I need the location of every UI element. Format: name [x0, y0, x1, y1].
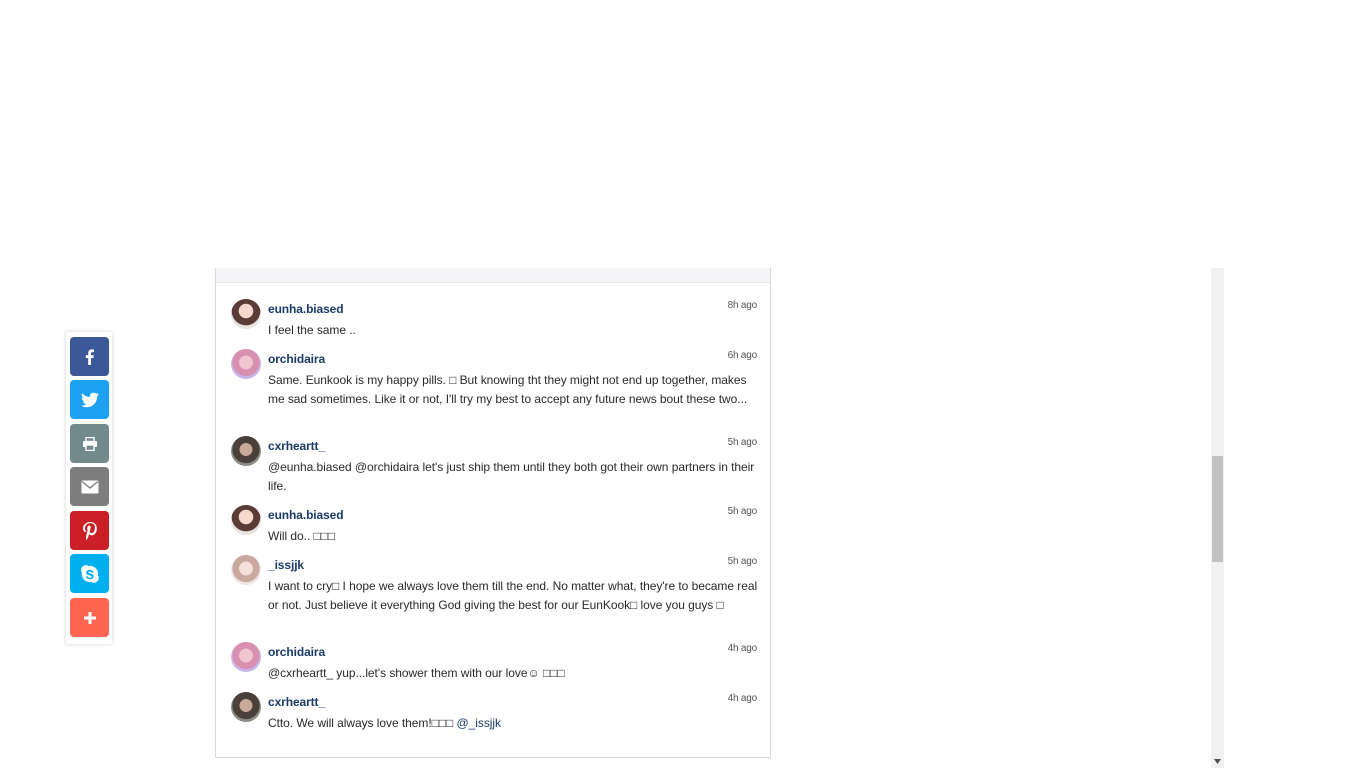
comment-item: eunha.biased 8h ago I feel the same .. — [231, 299, 757, 339]
user-avatar[interactable] — [231, 642, 261, 672]
skype-icon — [80, 564, 99, 583]
user-avatar[interactable] — [231, 299, 261, 329]
comment-text: I want to cry□ I hope we always love the… — [268, 579, 758, 612]
pinterest-icon — [82, 521, 97, 540]
comment-timestamp: 5h ago — [727, 437, 758, 448]
comments-panel-header — [216, 268, 770, 283]
email-share-button[interactable] — [70, 467, 109, 506]
twitter-share-button[interactable] — [70, 380, 109, 419]
comment-timestamp: 4h ago — [727, 693, 758, 704]
social-share-bar — [66, 332, 112, 644]
comment-timestamp: 8h ago — [727, 300, 758, 311]
scroll-down-arrow-icon[interactable] — [1211, 757, 1224, 766]
comment-timestamp: 5h ago — [727, 556, 758, 567]
comment-text: @cxrheartt_ yup...let's shower them with… — [268, 666, 565, 680]
twitter-icon — [80, 392, 99, 407]
comment-text: @eunha.biased @orchidaira let's just shi… — [268, 460, 755, 493]
comment-username[interactable]: cxrheartt_ — [268, 695, 325, 709]
printer-icon — [82, 436, 97, 451]
pinterest-share-button[interactable] — [70, 511, 109, 550]
comments-panel: eunha.biased 8h ago I feel the same .. o… — [215, 268, 771, 758]
comment-item: eunha.biased 5h ago Will do.. □□□ — [231, 505, 757, 545]
comment-username[interactable]: cxrheartt_ — [268, 439, 325, 453]
user-avatar[interactable] — [231, 692, 261, 722]
user-avatar[interactable] — [231, 505, 261, 535]
comment-text: I feel the same .. — [268, 323, 356, 337]
comment-text: Same. Eunkook is my happy pills. □ But k… — [268, 373, 748, 406]
user-avatar[interactable] — [231, 436, 261, 466]
comment-item: orchidaira 6h ago Same. Eunkook is my ha… — [231, 349, 757, 427]
comment-timestamp: 6h ago — [727, 350, 758, 361]
print-share-button[interactable] — [70, 424, 109, 463]
user-mention-link[interactable]: @_issjjk — [457, 716, 502, 730]
comment-timestamp: 4h ago — [727, 643, 758, 654]
envelope-icon — [81, 480, 98, 493]
plus-icon — [83, 611, 96, 624]
comment-text: Ctto. We will always love them!□□□ @_iss… — [268, 714, 758, 733]
scrollbar-thumb[interactable] — [1212, 456, 1223, 562]
comment-username[interactable]: _issjjk — [268, 558, 304, 572]
comment-text: Will do.. □□□ — [268, 529, 336, 543]
comment-username[interactable]: eunha.biased — [268, 302, 344, 316]
comment-text-content: Ctto. We will always love them!□□□ — [268, 716, 457, 730]
comment-item: orchidaira 4h ago @cxrheartt_ yup...let'… — [231, 642, 757, 682]
user-avatar[interactable] — [231, 555, 261, 585]
comment-username[interactable]: orchidaira — [268, 645, 325, 659]
facebook-icon — [85, 348, 94, 365]
page-scrollbar[interactable] — [1211, 268, 1224, 768]
comment-item: cxrheartt_ 5h ago @eunha.biased @orchida… — [231, 436, 757, 496]
more-share-button[interactable] — [70, 598, 109, 637]
comment-timestamp: 5h ago — [727, 506, 758, 517]
user-avatar[interactable] — [231, 349, 261, 379]
facebook-share-button[interactable] — [70, 337, 109, 376]
comment-item: _issjjk 5h ago I want to cry□ I hope we … — [231, 555, 757, 633]
comment-item: cxrheartt_ 4h ago Ctto. We will always l… — [231, 692, 757, 732]
skype-share-button[interactable] — [70, 554, 109, 593]
comment-username[interactable]: orchidaira — [268, 352, 325, 366]
comment-username[interactable]: eunha.biased — [268, 508, 344, 522]
